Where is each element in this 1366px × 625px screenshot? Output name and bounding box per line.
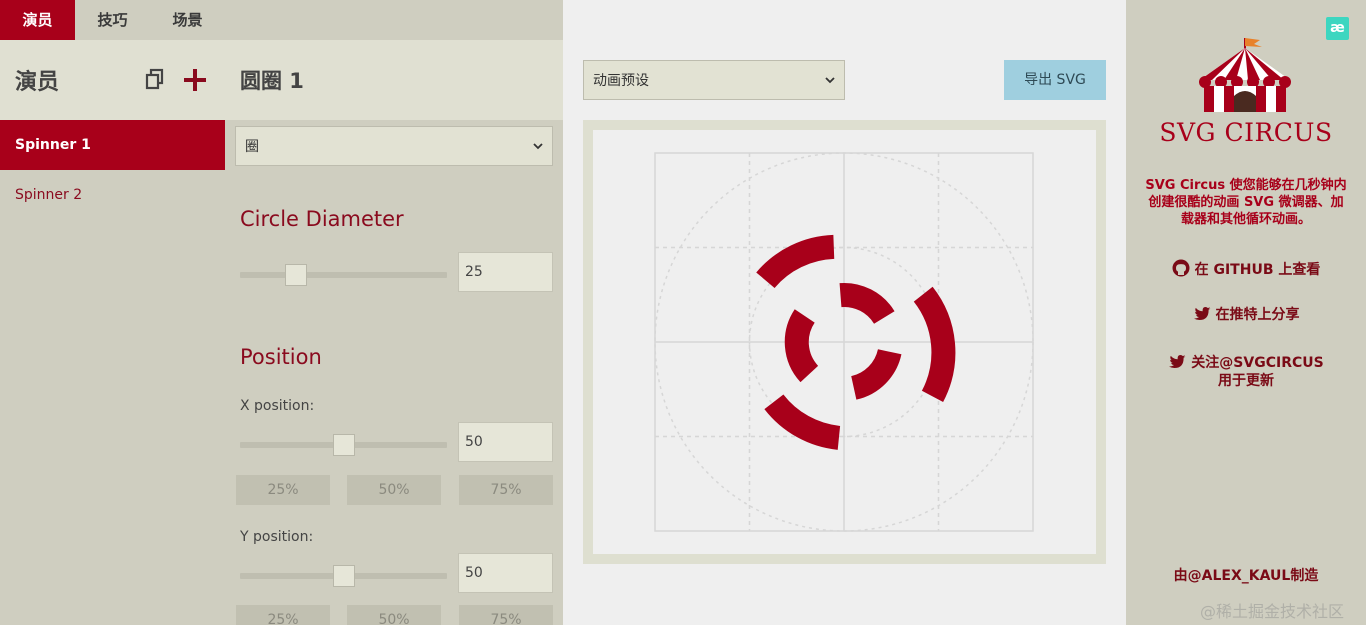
spinner-arc-inner-left bbox=[784, 309, 819, 383]
y-position-input[interactable]: 50 bbox=[458, 553, 553, 593]
ae-badge[interactable]: æ bbox=[1326, 17, 1349, 40]
chevron-down-icon bbox=[533, 143, 543, 150]
export-svg-button[interactable]: 导出 SVG bbox=[1004, 60, 1106, 100]
shape-select[interactable]: 圈 bbox=[235, 126, 553, 166]
top-tabs: 演员 技巧 场景 bbox=[0, 0, 225, 40]
diameter-slider[interactable] bbox=[240, 272, 447, 278]
actors-title: 演员 bbox=[15, 70, 60, 95]
brand-name: SVG CIRCUS bbox=[1159, 118, 1333, 147]
twitter-icon bbox=[1193, 307, 1210, 320]
brand-description: SVG Circus 使您能够在几秒钟内创建很酷的动画 SVG 微调器、加载器和… bbox=[1145, 178, 1347, 227]
spinner-arc-inner-top bbox=[839, 282, 895, 325]
y-preset-25-button[interactable]: 25% bbox=[236, 605, 330, 625]
guide-grid bbox=[654, 152, 1034, 532]
y-position-slider-thumb[interactable] bbox=[333, 565, 355, 587]
twitter-icon bbox=[1169, 355, 1186, 368]
y-position-label: Y position: bbox=[240, 529, 314, 545]
add-icon[interactable] bbox=[183, 68, 207, 92]
share-twitter-link[interactable]: 在推特上分享 bbox=[1126, 306, 1366, 324]
github-link[interactable]: 在 GITHUB 上查看 bbox=[1126, 259, 1366, 279]
x-preset-25-button[interactable]: 25% bbox=[236, 475, 330, 505]
actor-item-spinner-2[interactable]: Spinner 2 bbox=[0, 170, 225, 220]
actors-panel: 演员 技巧 场景 演员 Spinner 1 Spinner 2 bbox=[0, 0, 225, 625]
x-position-label: X position: bbox=[240, 398, 315, 414]
x-position-slider-thumb[interactable] bbox=[333, 434, 355, 456]
x-preset-50-button[interactable]: 50% bbox=[347, 475, 441, 505]
props-top-band bbox=[225, 0, 563, 40]
diameter-slider-thumb[interactable] bbox=[285, 264, 307, 286]
follow-twitter-sublabel: 用于更新 bbox=[1218, 373, 1274, 389]
circus-tent-logo bbox=[1199, 38, 1291, 112]
chevron-down-icon bbox=[825, 77, 835, 84]
spinner-arc-inner-right bbox=[850, 348, 902, 400]
watermark: @稀土掘金技术社区 bbox=[1200, 602, 1345, 621]
tab-actors[interactable]: 演员 bbox=[0, 0, 75, 40]
stage-panel: 动画预设 导出 SVG bbox=[563, 0, 1126, 625]
actors-header: 演员 bbox=[0, 40, 225, 120]
stage-frame bbox=[583, 120, 1106, 564]
props-title: 圆圈 1 bbox=[240, 69, 304, 93]
github-link-label: 在 GITHUB 上查看 bbox=[1194, 262, 1321, 278]
circle-diameter-title: Circle Diameter bbox=[240, 207, 404, 231]
x-preset-75-button[interactable]: 75% bbox=[459, 475, 553, 505]
animation-preset-select[interactable]: 动画预设 bbox=[583, 60, 845, 100]
duplicate-icon[interactable] bbox=[145, 68, 169, 92]
stage-canvas bbox=[593, 130, 1096, 554]
follow-twitter-link[interactable]: 关注@SVGCIRCUS 用于更新 bbox=[1126, 354, 1366, 390]
position-title: Position bbox=[240, 345, 322, 369]
animation-preset-value: 动画预设 bbox=[593, 73, 649, 89]
props-header: 圆圈 1 bbox=[225, 40, 563, 120]
diameter-input[interactable]: 25 bbox=[458, 252, 553, 292]
tab-techniques[interactable]: 技巧 bbox=[75, 0, 150, 40]
spinner-arc-outer-bottom bbox=[764, 394, 841, 450]
actor-item-spinner-1[interactable]: Spinner 1 bbox=[0, 120, 225, 170]
y-preset-75-button[interactable]: 75% bbox=[459, 605, 553, 625]
spinner-preview bbox=[654, 152, 1034, 532]
y-preset-50-button[interactable]: 50% bbox=[347, 605, 441, 625]
spinner-arc-outer-top bbox=[756, 234, 835, 289]
shape-select-value: 圈 bbox=[245, 139, 259, 155]
tab-scene[interactable]: 场景 bbox=[150, 0, 225, 40]
share-twitter-label: 在推特上分享 bbox=[1215, 307, 1300, 323]
info-panel: æ SVG CIRCUS SVG Circus 使您能够在几秒钟内创建很酷的动画… bbox=[1126, 0, 1366, 625]
properties-panel: 圆圈 1 圈 Circle Diameter 25 Position X pos… bbox=[225, 0, 563, 625]
github-icon bbox=[1172, 259, 1190, 277]
follow-twitter-label: 关注@SVGCIRCUS bbox=[1191, 355, 1324, 371]
credit-link[interactable]: 由@ALEX_KAUL制造 bbox=[1126, 567, 1366, 585]
spinner-arc-outer-right bbox=[913, 286, 956, 403]
x-position-input[interactable]: 50 bbox=[458, 422, 553, 462]
